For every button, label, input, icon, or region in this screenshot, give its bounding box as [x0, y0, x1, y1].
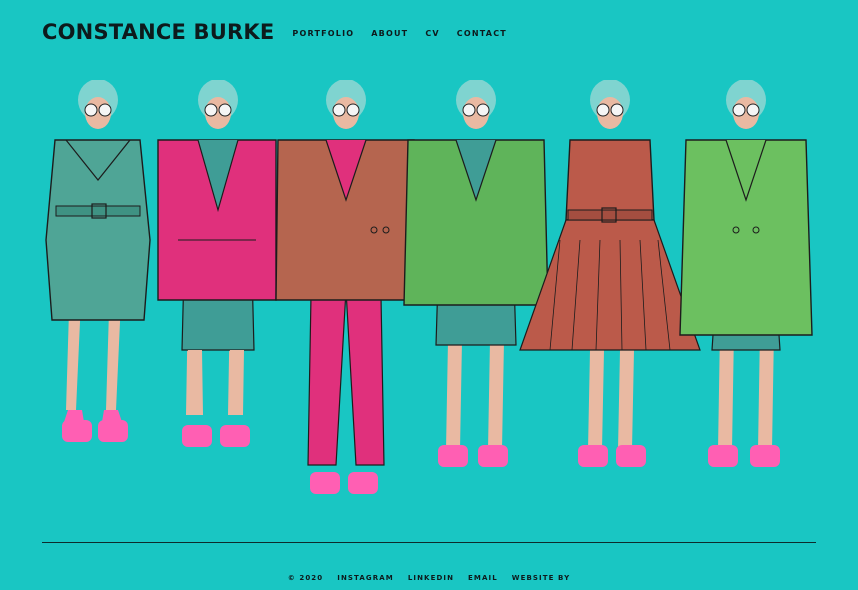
fashion-lineup-illustration [45, 80, 813, 494]
footer-link-instagram[interactable]: INSTAGRAM [337, 574, 394, 582]
figure-3 [275, 80, 417, 494]
nav-about[interactable]: ABOUT [371, 29, 408, 38]
footer-link-website-by[interactable]: WEBSITE BY [512, 574, 571, 582]
main-nav: PORTFOLIO ABOUT CV CONTACT [292, 29, 524, 38]
nav-portfolio[interactable]: PORTFOLIO [292, 29, 354, 38]
figure-4 [403, 80, 549, 467]
footer-divider [42, 542, 816, 543]
site-title[interactable]: CONSTANCE BURKE [42, 20, 274, 44]
footer-link-linkedin[interactable]: LINKEDIN [408, 574, 454, 582]
figure-5 [519, 80, 701, 467]
nav-contact[interactable]: CONTACT [457, 29, 507, 38]
footer-copyright: © 2020 [287, 574, 324, 582]
figure-2 [157, 80, 277, 447]
figure-6 [679, 80, 813, 467]
nav-cv[interactable]: CV [425, 29, 439, 38]
site-footer: © 2020 INSTAGRAM LINKEDIN EMAIL WEBSITE … [0, 574, 858, 582]
figure-1 [45, 80, 151, 442]
footer-link-email[interactable]: EMAIL [468, 574, 498, 582]
site-header: CONSTANCE BURKE PORTFOLIO ABOUT CV CONTA… [42, 20, 524, 44]
